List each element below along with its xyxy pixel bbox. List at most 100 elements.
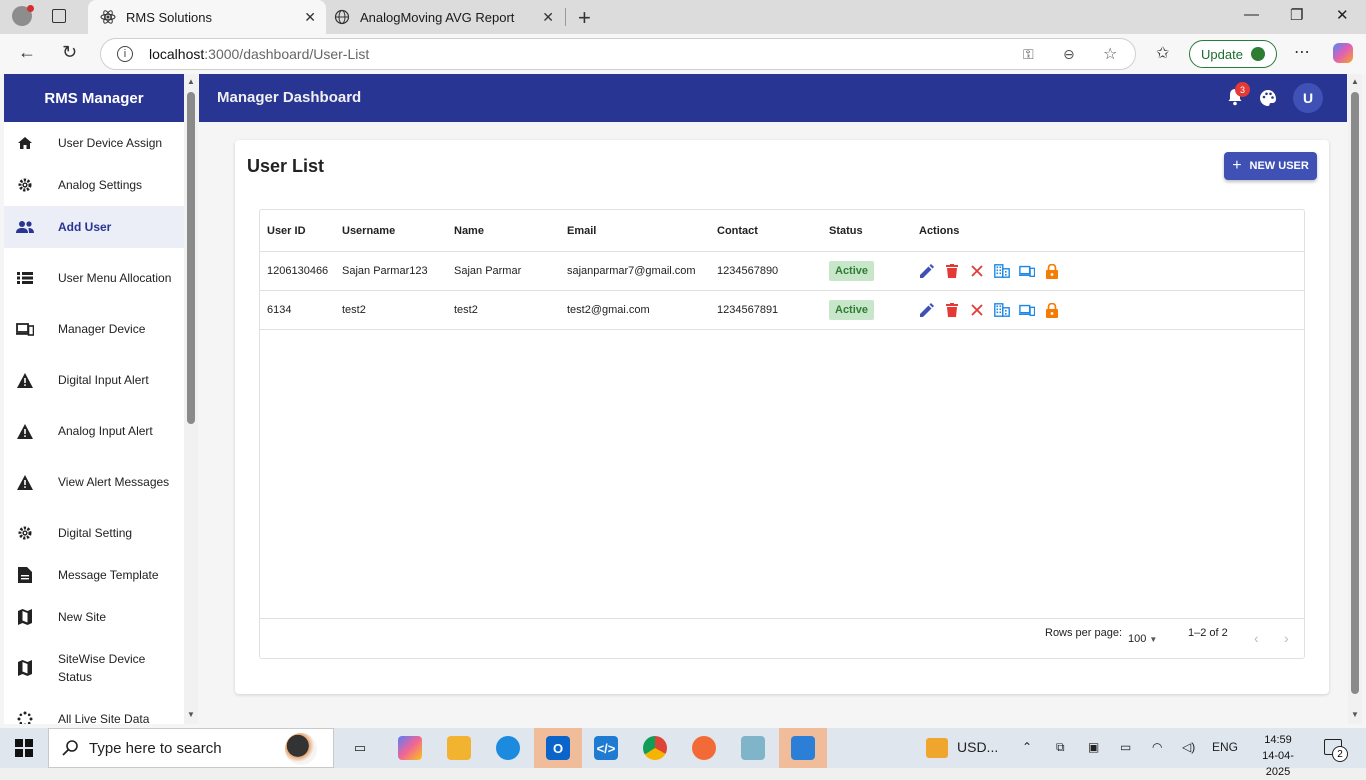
copilot-icon[interactable] — [1333, 43, 1353, 63]
sidebar-item-analog-input-alert[interactable]: Analog Input Alert — [4, 410, 184, 452]
building-icon[interactable] — [994, 263, 1010, 279]
favorite-star-icon[interactable]: ☆ — [1103, 44, 1117, 64]
cell-name: test2 — [454, 304, 478, 316]
sidebar-scrollbar[interactable]: ▲ ▼ — [184, 74, 198, 724]
close-tab-icon[interactable]: ✕ — [542, 9, 554, 26]
sidebar-item-digital-setting[interactable]: Digital Setting — [4, 512, 184, 554]
vscode-icon[interactable]: </> — [594, 736, 618, 760]
cell-email: test2@gmai.com — [567, 304, 650, 316]
outlook-icon[interactable]: O — [546, 736, 570, 760]
palette-icon[interactable] — [1259, 89, 1277, 112]
main-scrollbar[interactable]: ▲ ▼ — [1348, 74, 1362, 724]
close-icon[interactable] — [969, 263, 985, 279]
edit-icon[interactable] — [919, 263, 935, 279]
column-header[interactable]: Status — [829, 210, 863, 251]
delete-icon[interactable] — [944, 302, 960, 318]
devices-icon — [16, 320, 34, 338]
app-icon[interactable] — [741, 736, 765, 760]
sidebar-item-user-device-assign[interactable]: User Device Assign — [4, 122, 184, 164]
tab-rms-solutions[interactable]: RMS Solutions ✕ — [88, 0, 326, 34]
file-explorer-icon[interactable] — [447, 736, 471, 760]
address-bar[interactable]: i localhost:3000/dashboard/User-List ⚿ ⊖… — [100, 38, 1136, 70]
battery-icon[interactable]: ▭ — [1120, 740, 1131, 754]
column-header[interactable]: User ID — [267, 210, 306, 251]
devices-icon[interactable] — [1019, 302, 1035, 318]
user-avatar[interactable]: U — [1293, 83, 1323, 113]
copilot-taskbar-icon[interactable] — [398, 736, 422, 760]
refresh-icon[interactable]: ↻ — [62, 42, 77, 63]
taskbar-search[interactable]: Type here to search — [48, 728, 334, 768]
edge-icon[interactable] — [496, 736, 520, 760]
sidebar-item-all-live-site-data[interactable]: All Live Site Data — [4, 698, 184, 724]
new-user-button[interactable]: + NEW USER — [1224, 152, 1317, 180]
table-row[interactable]: 1206130466 Sajan Parmar123 Sajan Parmar saj… — [260, 252, 1304, 291]
lock-icon[interactable] — [1044, 263, 1060, 279]
favorites-icon[interactable]: ✩ — [1156, 43, 1169, 63]
cell-name: Sajan Parmar — [454, 265, 522, 277]
chrome-icon[interactable] — [643, 736, 667, 760]
cell-user-id: 1206130466 — [267, 265, 329, 277]
next-page-icon[interactable]: › — [1284, 630, 1289, 646]
column-header[interactable]: Email — [567, 210, 596, 251]
currency-widget-label[interactable]: USD... — [957, 739, 998, 755]
windows-start-icon[interactable] — [15, 739, 33, 757]
sidebar-scroll-thumb[interactable] — [187, 92, 195, 424]
delete-icon[interactable] — [944, 263, 960, 279]
scroll-down-icon[interactable]: ▼ — [1351, 710, 1359, 719]
scroll-down-icon[interactable]: ▼ — [187, 710, 195, 719]
table-row[interactable]: 6134 test2 test2 test2@gmai.com 1234567891 Ac… — [260, 291, 1304, 330]
zoom-icon[interactable]: ⊖ — [1063, 46, 1075, 63]
update-button[interactable]: Update — [1189, 40, 1277, 68]
tab-analogmoving-report[interactable]: AnalogMoving AVG Report ✕ — [330, 0, 564, 34]
column-header[interactable]: Actions — [919, 210, 959, 251]
new-tab-icon[interactable]: + — [578, 5, 591, 31]
sidebar-item-digital-input-alert[interactable]: Digital Input Alert — [4, 350, 184, 410]
photos-icon[interactable] — [791, 736, 815, 760]
close-icon[interactable] — [969, 302, 985, 318]
task-view-icon[interactable]: ▭ — [348, 736, 372, 760]
language-indicator[interactable]: ENG — [1212, 740, 1238, 754]
user-data-grid: User ID Username Name Email Contact Status Act… — [259, 209, 1305, 659]
status-badge: Active — [829, 300, 875, 320]
minimize-icon[interactable]: — — [1244, 6, 1259, 23]
wifi-icon[interactable]: ◠ — [1152, 740, 1162, 754]
edit-icon[interactable] — [919, 302, 935, 318]
devices-icon[interactable] — [1019, 263, 1035, 279]
info-icon[interactable]: i — [117, 46, 133, 62]
column-header[interactable]: Contact — [717, 210, 758, 251]
tray-app-icon[interactable]: ⧉ — [1056, 740, 1065, 755]
main-scroll-thumb[interactable] — [1351, 92, 1359, 694]
sidebar-item-new-site[interactable]: New Site — [4, 596, 184, 638]
scroll-up-icon[interactable]: ▲ — [187, 77, 195, 86]
column-header[interactable]: Username — [342, 210, 395, 251]
sidebar-item-add-user[interactable]: Add User — [4, 206, 184, 248]
key-icon[interactable]: ⚿ — [1023, 46, 1034, 63]
sidebar-item-sitewise-device-status[interactable]: SiteWise Device Status — [4, 638, 184, 698]
sidebar-item-analog-settings[interactable]: Analog Settings — [4, 164, 184, 206]
sidebar-item-view-alert-messages[interactable]: View Alert Messages — [4, 452, 184, 512]
tab-actions-icon[interactable] — [52, 9, 66, 23]
column-header[interactable]: Name — [454, 210, 484, 251]
sidebar-item-user-menu-allocation[interactable]: User Menu Allocation — [4, 248, 184, 308]
currency-widget-icon[interactable] — [926, 738, 948, 758]
cell-username: Sajan Parmar123 — [342, 265, 428, 277]
tray-expand-icon[interactable]: ⌃ — [1022, 740, 1032, 754]
clock[interactable]: 14:59 14-04-2025 — [1250, 732, 1306, 780]
tray-app2-icon[interactable]: ▣ — [1088, 740, 1099, 754]
back-icon[interactable]: ← — [18, 42, 36, 63]
scroll-up-icon[interactable]: ▲ — [1351, 77, 1359, 86]
plus-icon: + — [1232, 157, 1242, 174]
lock-icon[interactable] — [1044, 302, 1060, 318]
more-menu-icon[interactable]: ⋯ — [1294, 42, 1310, 62]
close-tab-icon[interactable]: ✕ — [304, 9, 316, 26]
prev-page-icon[interactable]: ‹ — [1254, 630, 1259, 646]
rows-per-page-select[interactable]: 100 ▼ — [1128, 633, 1157, 645]
sidebar-item-manager-device[interactable]: Manager Device — [4, 308, 184, 350]
postman-icon[interactable] — [692, 736, 716, 760]
gear-icon — [16, 176, 34, 194]
building-icon[interactable] — [994, 302, 1010, 318]
sidebar-item-message-template[interactable]: Message Template — [4, 554, 184, 596]
maximize-icon[interactable]: ❐ — [1290, 6, 1303, 24]
volume-icon[interactable]: ◁) — [1182, 740, 1195, 754]
close-window-icon[interactable]: ✕ — [1336, 6, 1349, 24]
